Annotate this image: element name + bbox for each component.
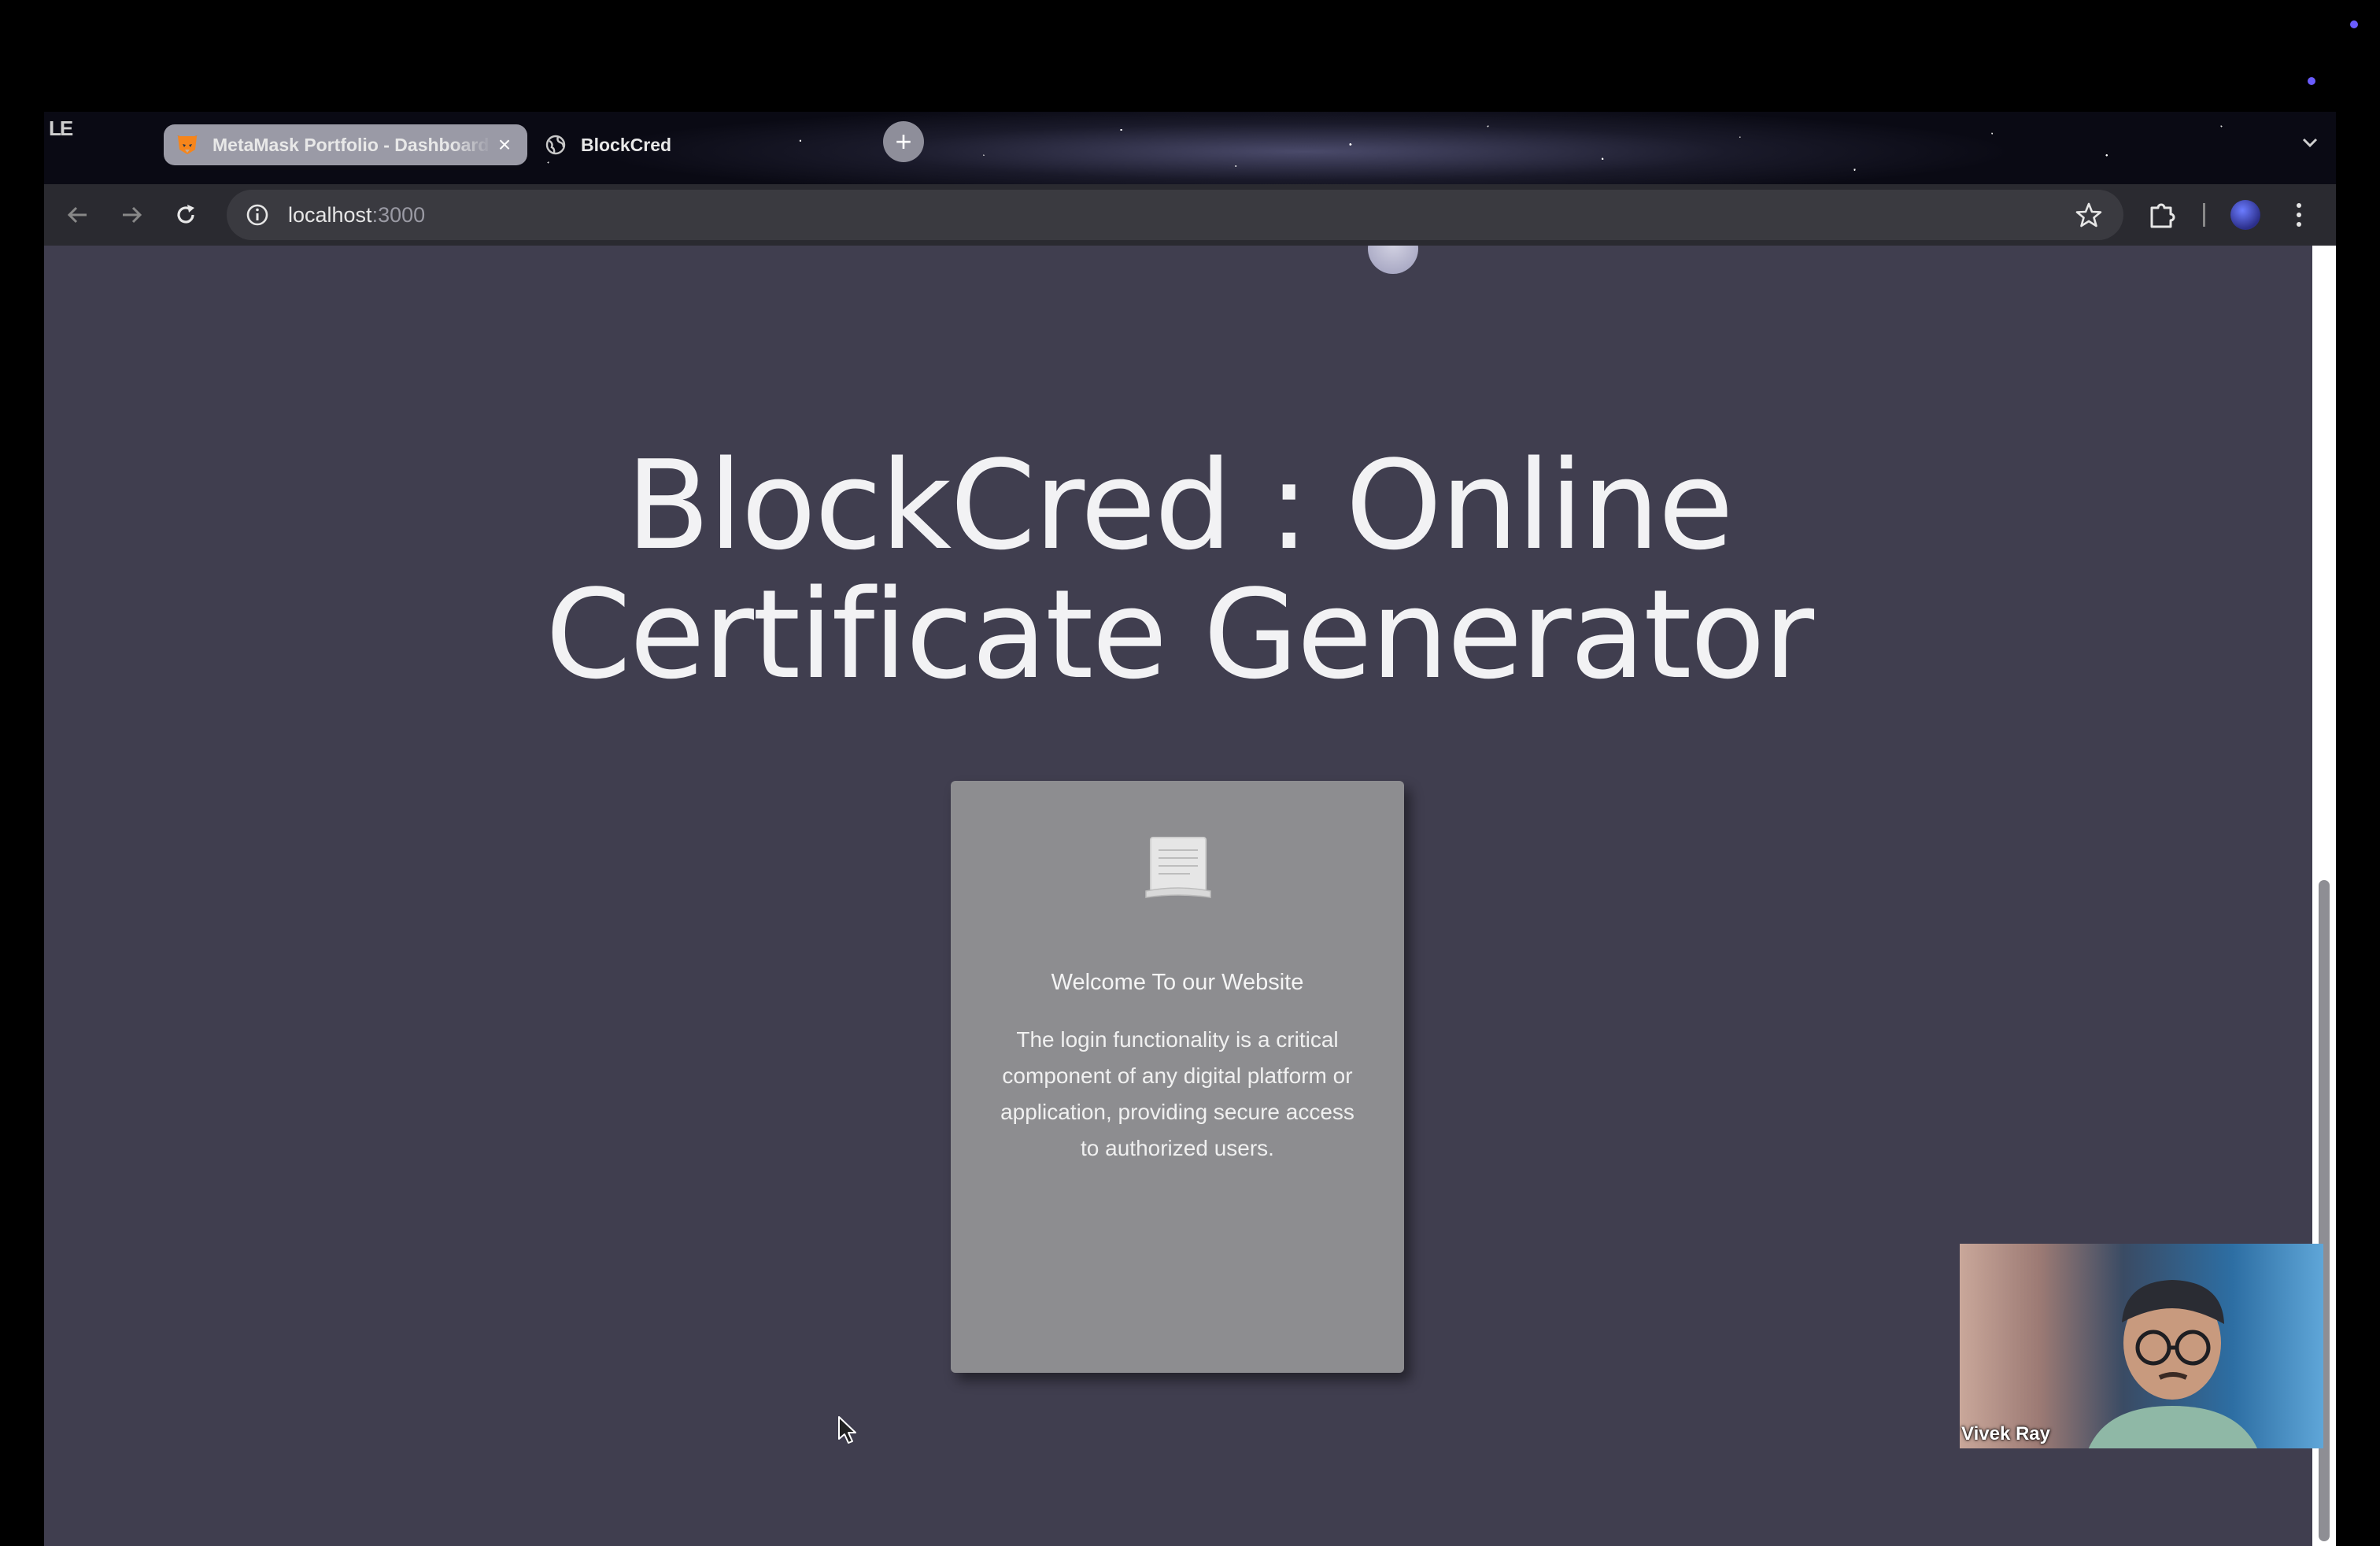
back-icon[interactable] <box>61 199 93 231</box>
close-icon[interactable]: × <box>493 132 516 157</box>
moon-decoration <box>1368 246 1418 274</box>
participant-name: Vivek Ray <box>1961 1423 2050 1444</box>
page-title-line-1: BlockCred : Online <box>626 434 1733 577</box>
forward-icon[interactable] <box>116 199 148 231</box>
tab-title: MetaMask Portfolio - Dashboard <box>213 134 490 155</box>
page-title: BlockCred : Online Certificate Generator <box>44 441 2314 699</box>
welcome-card: Welcome To our Website The login functio… <box>951 781 1404 1373</box>
card-heading: Welcome To our Website <box>1051 970 1304 995</box>
more-menu-icon[interactable] <box>2287 198 2311 231</box>
tab-blockcred[interactable]: BlockCred × <box>532 124 918 165</box>
new-tab-button[interactable]: + <box>883 121 924 162</box>
card-description: The login functionality is a critical co… <box>1000 1027 1354 1160</box>
webcam-person <box>2088 1280 2257 1448</box>
mouse-cursor-icon <box>837 1415 858 1445</box>
app-logo-mark: LE <box>49 117 73 140</box>
site-info-icon[interactable] <box>246 203 269 227</box>
tab-strip: LE MetaMask Portfolio - Dashboard × Bloc… <box>44 112 2336 184</box>
webcam-overlay: Vivek Ray <box>1960 1244 2323 1448</box>
status-dot <box>2308 77 2315 85</box>
tab-metamask-portfolio[interactable]: MetaMask Portfolio - Dashboard × <box>164 124 527 165</box>
reload-icon[interactable] <box>170 199 201 231</box>
browser-toolbar: localhost:3000 <box>44 184 2336 246</box>
address-bar[interactable]: localhost:3000 <box>227 190 2123 240</box>
url-port: :3000 <box>371 202 426 227</box>
bookmark-star-icon[interactable] <box>2075 201 2103 229</box>
tab-title: BlockCred <box>581 134 672 155</box>
metamask-fox-icon <box>175 132 200 157</box>
status-dot <box>2350 20 2358 28</box>
page-title-line-2: Certificate Generator <box>545 563 1814 706</box>
globe-icon <box>543 132 568 157</box>
screen: LE MetaMask Portfolio - Dashboard × Bloc… <box>0 0 2380 1546</box>
profile-avatar[interactable] <box>2230 200 2260 230</box>
certificate-scroll-icon <box>1143 833 1214 902</box>
toolbar-divider <box>2203 203 2205 227</box>
url-host: localhost <box>288 202 372 227</box>
extensions-puzzle-icon[interactable] <box>2145 198 2179 231</box>
chevron-down-icon[interactable] <box>2297 129 2323 156</box>
